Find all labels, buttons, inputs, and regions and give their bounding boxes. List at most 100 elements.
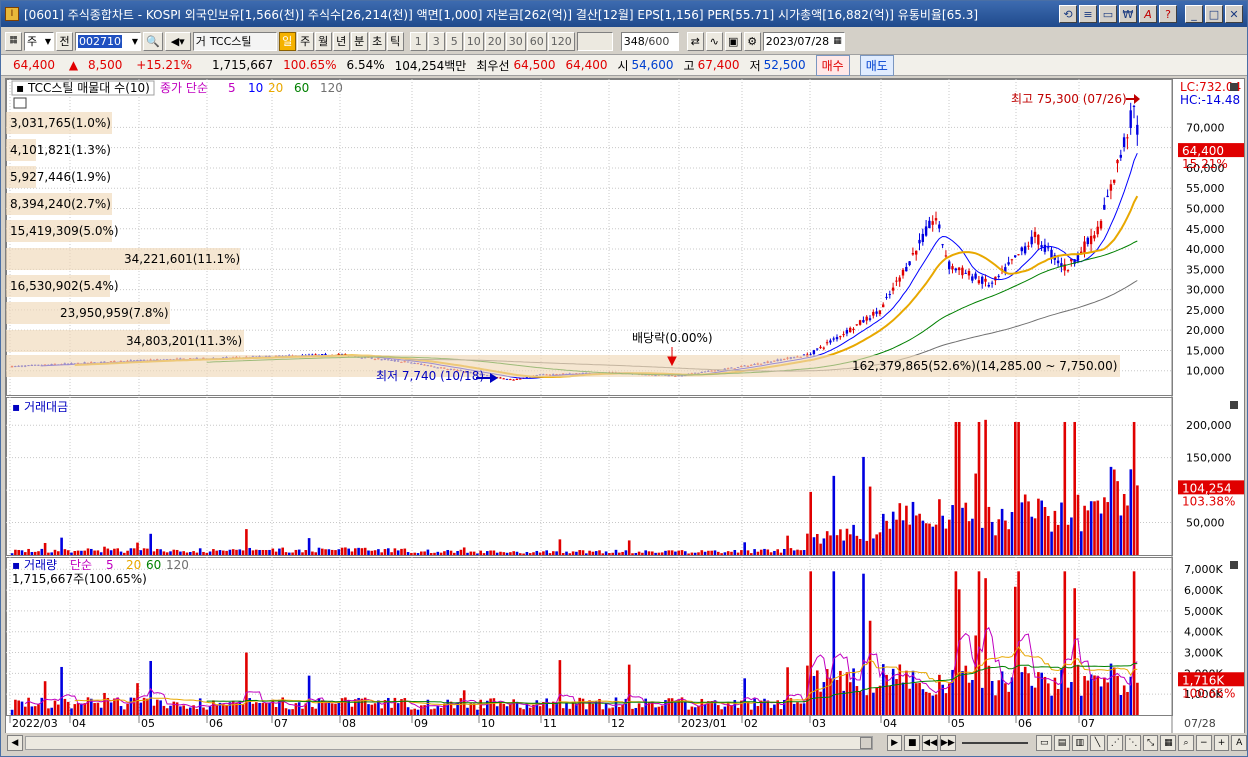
minimize-icon[interactable]: _ bbox=[1185, 5, 1203, 23]
candle-body bbox=[819, 346, 822, 349]
indicator-icon[interactable]: ∿ bbox=[705, 31, 723, 51]
volume-bar bbox=[50, 707, 53, 715]
volume-bar bbox=[680, 697, 684, 715]
stop-icon[interactable]: ■ bbox=[904, 735, 921, 751]
layout-icon-2[interactable]: ▤ bbox=[1054, 735, 1070, 751]
volume-bar bbox=[522, 709, 525, 715]
layout-icon-3[interactable]: ▥ bbox=[1071, 735, 1088, 751]
layout-icon-1[interactable]: ▭ bbox=[1036, 735, 1053, 751]
stock-code-input[interactable]: 002710 ▼ bbox=[75, 31, 141, 51]
period-tab-0[interactable]: 일 bbox=[278, 31, 296, 51]
money-icon[interactable]: ₩ bbox=[1119, 5, 1137, 23]
text-tool-icon[interactable]: A bbox=[1231, 735, 1248, 751]
amount-bar bbox=[459, 549, 463, 555]
period-tab-5[interactable]: 초 bbox=[368, 31, 386, 51]
volume-bar bbox=[99, 707, 103, 715]
font-icon[interactable]: A bbox=[1139, 5, 1157, 23]
amount-bar bbox=[139, 550, 143, 555]
period-tab-2[interactable]: 월 bbox=[314, 31, 332, 51]
volume-ma-period-20: 20 bbox=[126, 558, 141, 572]
stock-name-field[interactable]: 거 TCC스틸 bbox=[192, 31, 277, 51]
prev-button[interactable]: 전 bbox=[56, 31, 73, 51]
amount-bar bbox=[162, 551, 166, 555]
amount-bar bbox=[1043, 507, 1047, 555]
amount-bar bbox=[70, 552, 73, 555]
candle-body bbox=[1093, 235, 1096, 239]
window-icon[interactable]: ▭ bbox=[1099, 5, 1117, 23]
amount-bar bbox=[446, 549, 449, 555]
refresh-icon[interactable]: ⟲ bbox=[1059, 5, 1077, 23]
candle-body bbox=[1136, 124, 1139, 135]
interval-button-1[interactable]: 1 bbox=[409, 31, 427, 51]
zoom-icon[interactable]: ⌕ bbox=[1178, 735, 1194, 751]
chart-type-icon[interactable]: 𝄜 bbox=[5, 31, 22, 51]
interval-button-10[interactable]: 10 bbox=[463, 31, 484, 51]
candle-body bbox=[1027, 245, 1030, 247]
close-icon[interactable]: ✕ bbox=[1225, 5, 1243, 23]
amount-bar bbox=[156, 548, 159, 555]
volume-bar bbox=[756, 706, 760, 715]
save-icon[interactable]: ▣ bbox=[724, 31, 742, 51]
sound-icon[interactable]: ◀▾ bbox=[164, 31, 191, 51]
amount-bar bbox=[594, 551, 598, 555]
amount-bar bbox=[621, 551, 624, 555]
sell-button[interactable]: 매도 bbox=[859, 54, 894, 76]
amount-bar bbox=[792, 550, 796, 555]
draw-tool-icon-1[interactable]: ⋰ bbox=[1107, 735, 1124, 751]
volume-ma-label: 단순 bbox=[70, 558, 92, 572]
amount-bar bbox=[152, 551, 156, 555]
help-icon[interactable]: ? bbox=[1159, 5, 1177, 23]
count-input[interactable]: 348/600 bbox=[620, 31, 679, 51]
maximize-icon[interactable]: □ bbox=[1205, 5, 1223, 23]
amount-bar bbox=[637, 551, 641, 555]
scroll-thumb[interactable] bbox=[859, 737, 872, 749]
interval-button-30[interactable]: 30 bbox=[505, 31, 526, 51]
interval-custom-input[interactable] bbox=[576, 31, 613, 51]
draw-line-icon[interactable]: ╲ bbox=[1089, 735, 1106, 751]
amount-bar bbox=[845, 528, 849, 555]
zoom-in-icon[interactable]: + bbox=[1213, 735, 1230, 751]
amount-bar bbox=[855, 535, 859, 555]
play-icon[interactable]: ▶ bbox=[886, 735, 903, 751]
forward-icon[interactable]: ▶▶ bbox=[940, 735, 956, 751]
volume-bar bbox=[819, 691, 822, 715]
volume-bar bbox=[839, 670, 842, 715]
draw-tool-icon-2[interactable]: ⋱ bbox=[1125, 735, 1141, 751]
period-tab-1[interactable]: 주 bbox=[296, 31, 314, 51]
compare-icon[interactable]: ⇄ bbox=[686, 31, 704, 51]
buy-button[interactable]: 매수 bbox=[815, 54, 850, 76]
interval-button-3[interactable]: 3 bbox=[427, 31, 445, 51]
amount-bar bbox=[1053, 510, 1057, 555]
candle-body bbox=[1030, 236, 1033, 245]
draw-tool-icon-4[interactable]: ▦ bbox=[1160, 735, 1177, 751]
history-icon[interactable]: ≡ bbox=[1079, 5, 1097, 23]
chart-svg[interactable]: 2022/03 04 05 06 07 08 09 10 11 12 2023/01 02 03 04 05… bbox=[6, 79, 1244, 735]
zoom-out-icon[interactable]: − bbox=[1195, 735, 1212, 751]
horizontal-scrollbar[interactable] bbox=[24, 736, 873, 750]
period-tab-6[interactable]: 틱 bbox=[386, 31, 404, 51]
volume-bar bbox=[693, 707, 697, 715]
period-tab-3[interactable]: 년 bbox=[332, 31, 350, 51]
speed-slider[interactable] bbox=[961, 742, 1029, 744]
amount-bar bbox=[1122, 494, 1126, 555]
interval-button-20[interactable]: 20 bbox=[484, 31, 505, 51]
market-select[interactable]: 주 ▼ bbox=[24, 31, 54, 51]
volume-bar bbox=[720, 709, 723, 715]
scroll-left-icon[interactable]: ◀ bbox=[7, 735, 23, 751]
date-input[interactable]: 2023/07/28 ▦ bbox=[762, 31, 845, 51]
settings-icon[interactable]: ⚙ bbox=[743, 31, 761, 51]
volume-bar bbox=[505, 706, 509, 715]
rewind-icon[interactable]: ◀◀ bbox=[922, 735, 938, 751]
search-icon[interactable]: 🔍 bbox=[143, 31, 163, 51]
interval-button-120[interactable]: 120 bbox=[547, 31, 575, 51]
amount-bar bbox=[284, 552, 288, 555]
amount-bar bbox=[202, 551, 205, 555]
amount-bar bbox=[1083, 505, 1086, 555]
volume-bar bbox=[509, 703, 512, 715]
chart-area[interactable]: 2022/03 04 05 06 07 08 09 10 11 12 2023/01 02 03 04 05… bbox=[5, 78, 1245, 738]
interval-button-60[interactable]: 60 bbox=[526, 31, 547, 51]
period-tab-4[interactable]: 분 bbox=[350, 31, 368, 51]
interval-button-5[interactable]: 5 bbox=[445, 31, 463, 51]
draw-tool-icon-3[interactable]: ⤡ bbox=[1142, 735, 1159, 751]
amount-bar bbox=[50, 552, 53, 555]
